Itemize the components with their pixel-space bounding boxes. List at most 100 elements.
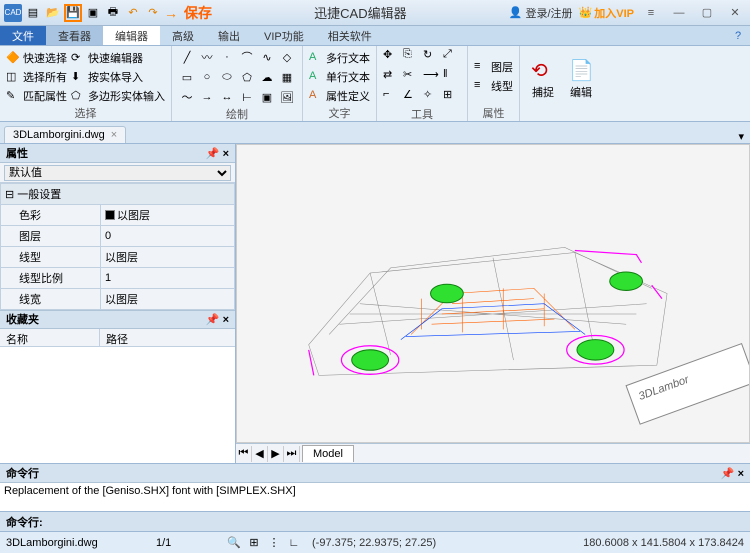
help-icon[interactable]: ?	[726, 26, 750, 45]
section-header[interactable]: ⊟ 一般设置	[1, 183, 235, 204]
array-icon[interactable]: ⊞	[443, 88, 461, 106]
curve-icon[interactable]: ∿	[258, 48, 276, 66]
prop-label: 线宽	[1, 288, 101, 309]
quick-select[interactable]: 🔶快速选择	[6, 49, 67, 67]
offset-icon[interactable]: ‖	[443, 68, 461, 86]
ribbon-group-capture: ⟲捕捉 📄编辑	[520, 46, 604, 121]
vip-button[interactable]: 👑加入VIP	[579, 5, 634, 21]
close-tab-icon[interactable]: ×	[111, 129, 117, 141]
xline-icon[interactable]: ↔	[218, 88, 236, 106]
quick-editor[interactable]: ⟳快速编辑器	[71, 49, 165, 67]
maximize-button[interactable]: ▢	[696, 4, 718, 22]
fillet-icon[interactable]: ⌐	[383, 88, 401, 106]
import-entity[interactable]: ⬇按实体导入	[71, 68, 165, 86]
ribbon-group-tools: ✥ ⎘ ↻ ⤢ ⇄ ✂ ⟶ ‖ ⌐ ∠ ✧ ⊞ 工具	[377, 46, 468, 121]
tab-related[interactable]: 相关软件	[316, 26, 384, 45]
pin-icon[interactable]: 📌 ×	[206, 313, 229, 326]
extend-icon[interactable]: ⟶	[423, 68, 441, 86]
mtext[interactable]: A多行文本	[309, 49, 370, 67]
edit-button[interactable]: 📄编辑	[564, 48, 598, 105]
dim-icon[interactable]: ⊢	[238, 88, 256, 106]
pin-icon[interactable]: 📌 ×	[206, 147, 229, 160]
tab-vip[interactable]: VIP功能	[252, 26, 316, 45]
ray-icon[interactable]: →	[198, 88, 216, 106]
next-icon[interactable]: ▶	[268, 446, 284, 462]
titlebar-right: 👤登录/注册 👑加入VIP ≡ ― ▢ ✕	[509, 4, 746, 22]
prop-value[interactable]: 0	[101, 225, 235, 246]
capture-button[interactable]: ⟲捕捉	[526, 48, 560, 105]
block-icon[interactable]: ▣	[258, 88, 276, 106]
app-icon[interactable]: CAD	[4, 4, 22, 22]
cloud-icon[interactable]: ☁	[258, 68, 276, 86]
arc-icon[interactable]: ⌒	[238, 48, 256, 66]
cmdline-prompt[interactable]: 命令行:	[0, 511, 750, 531]
undo-icon[interactable]: ↶	[124, 4, 142, 22]
rect-icon[interactable]: ▭	[178, 68, 196, 86]
props-header: 属性 📌 ×	[0, 144, 235, 163]
attdef[interactable]: A属性定义	[309, 87, 370, 105]
circle-icon[interactable]: ○	[198, 68, 216, 86]
select-all[interactable]: ◫选择所有	[6, 68, 67, 86]
close-button[interactable]: ✕	[724, 4, 746, 22]
col-path[interactable]: 路径	[100, 329, 134, 346]
open-icon[interactable]: 📂	[44, 4, 62, 22]
layers-btn[interactable]: ≡图层	[474, 58, 513, 76]
chamfer-icon[interactable]: ∠	[403, 88, 421, 106]
tab-viewer[interactable]: 查看器	[46, 26, 103, 45]
new-icon[interactable]: ▤	[24, 4, 42, 22]
pin-icon[interactable]: 📌 ×	[721, 467, 744, 480]
line-icon[interactable]: ╱	[178, 48, 196, 66]
prop-value[interactable]: 1	[101, 267, 235, 288]
move-icon[interactable]: ✥	[383, 48, 401, 66]
login-button[interactable]: 👤登录/注册	[509, 5, 573, 21]
prop-value[interactable]: 以图层	[101, 204, 235, 225]
redo-icon[interactable]: ↷	[144, 4, 162, 22]
zoom-icon[interactable]: 🔍	[226, 535, 242, 551]
linetype-btn[interactable]: ≡线型	[474, 77, 513, 95]
spline-icon[interactable]: 〜	[178, 88, 196, 106]
prop-value[interactable]: 以图层	[101, 288, 235, 309]
prop-label: 色彩	[1, 204, 101, 225]
scale-icon[interactable]: ⤢	[443, 48, 461, 66]
first-icon[interactable]: ⏮	[236, 446, 252, 462]
menu-icon[interactable]: ≡	[640, 4, 662, 22]
viewport[interactable]: 3DLambor	[236, 144, 750, 443]
point-icon[interactable]: ·	[218, 48, 236, 66]
shape-icon[interactable]: ◇	[278, 48, 296, 66]
grid-icon[interactable]: ⊞	[246, 535, 262, 551]
model-tab[interactable]: Model	[302, 445, 354, 462]
prev-icon[interactable]: ◀	[252, 446, 268, 462]
polyline-icon[interactable]: 〰	[198, 48, 216, 66]
last-icon[interactable]: ⏭	[284, 446, 300, 462]
tab-advanced[interactable]: 高级	[160, 26, 206, 45]
snap-icon[interactable]: ⋮	[266, 535, 282, 551]
prop-value[interactable]: 以图层	[101, 246, 235, 267]
match-props[interactable]: ✎匹配属性	[6, 87, 67, 105]
rotate-icon[interactable]: ↻	[423, 48, 441, 66]
polygon-icon[interactable]: ⬠	[238, 68, 256, 86]
stext[interactable]: A单行文本	[309, 68, 370, 86]
export-icon[interactable]: ▣	[84, 4, 102, 22]
user-icon: 👤	[509, 6, 523, 19]
col-name[interactable]: 名称	[0, 329, 100, 346]
hatch-icon[interactable]: ▦	[278, 68, 296, 86]
print-icon[interactable]: 🖶	[104, 4, 122, 22]
tab-file[interactable]: 文件	[0, 26, 46, 45]
quick-access-toolbar: CAD ▤ 📂 💾 ▣ 🖶 ↶ ↷ → 保存	[4, 3, 212, 23]
ellipse-icon[interactable]: ⬭	[218, 68, 236, 86]
default-select[interactable]: 默认值	[4, 165, 231, 181]
doc-tab[interactable]: 3DLamborgini.dwg ×	[4, 126, 126, 143]
tab-output[interactable]: 输出	[206, 26, 252, 45]
tools-grid: ✥ ⎘ ↻ ⤢ ⇄ ✂ ⟶ ‖ ⌐ ∠ ✧ ⊞	[383, 48, 461, 106]
save-button[interactable]: 💾	[64, 4, 82, 22]
polygon-input[interactable]: ⬠多边形实体输入	[71, 87, 165, 105]
trim-icon[interactable]: ✂	[403, 68, 421, 86]
tab-editor[interactable]: 编辑器	[103, 26, 160, 45]
minimize-button[interactable]: ―	[668, 4, 690, 22]
explode-icon[interactable]: ✧	[423, 88, 441, 106]
tab-dropdown-icon[interactable]: ▾	[738, 130, 744, 143]
copy-icon[interactable]: ⎘	[403, 48, 421, 66]
image-icon[interactable]: 🖼	[278, 88, 296, 106]
ortho-icon[interactable]: ∟	[286, 535, 302, 551]
mirror-icon[interactable]: ⇄	[383, 68, 401, 86]
